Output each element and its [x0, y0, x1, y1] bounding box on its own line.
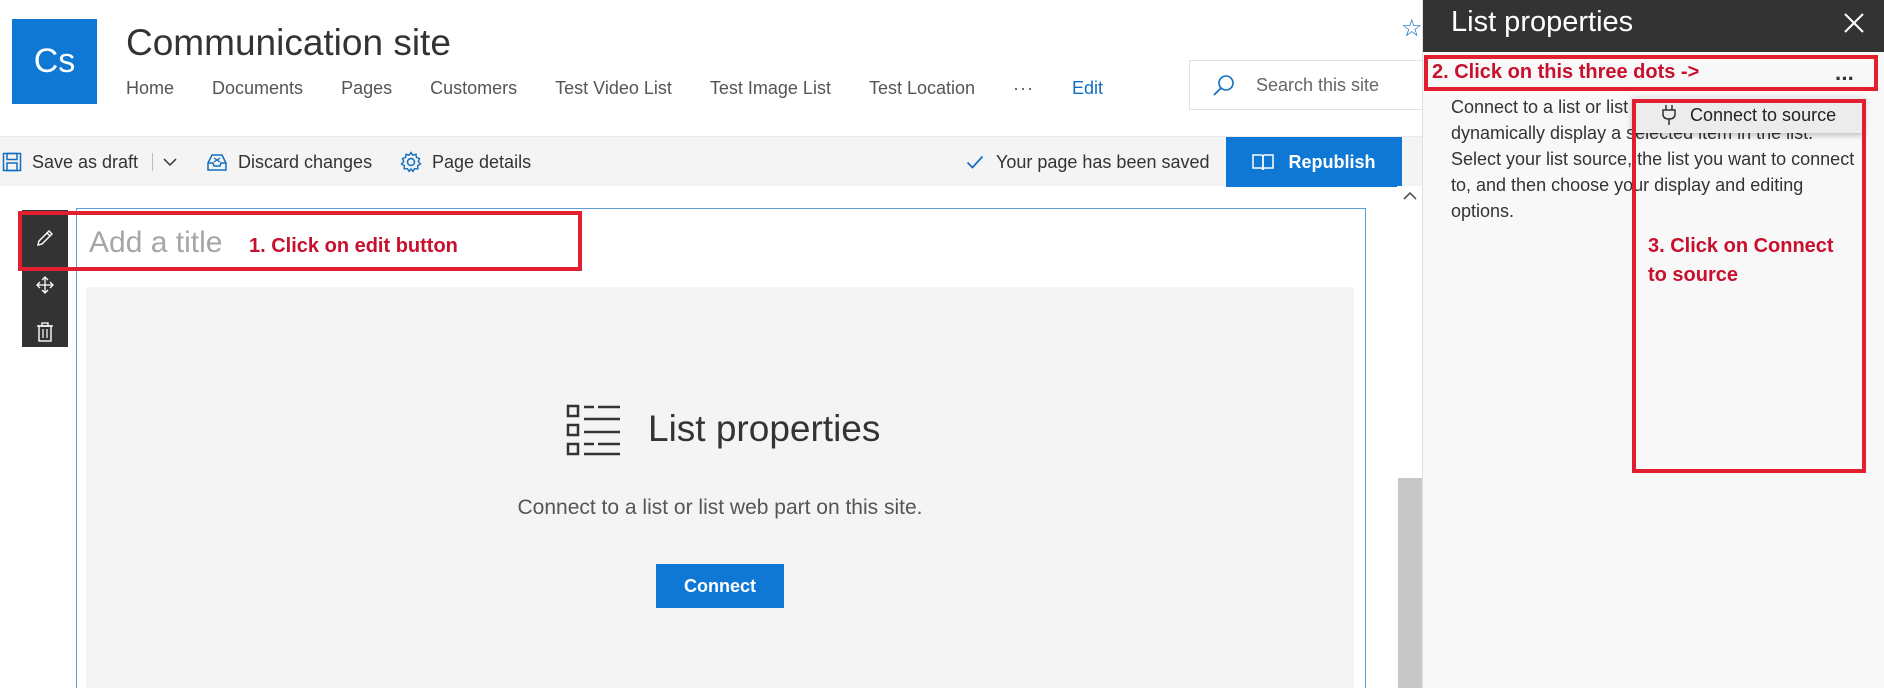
close-icon[interactable] — [1837, 6, 1871, 40]
webpart-name: List properties — [648, 408, 881, 449]
site-title[interactable]: Communication site — [126, 22, 451, 64]
save-draft-label: Save as draft — [32, 151, 139, 172]
annotation-step2: 2. Click on this three dots -> — [1432, 61, 1700, 83]
nav-item-home[interactable]: Home — [126, 78, 174, 99]
annotation-step3: 3. Click on Connect to source — [1648, 235, 1834, 286]
nav-more-button[interactable]: ··· — [1013, 78, 1034, 99]
checkmark-icon — [966, 155, 984, 169]
annotation-step1: 1. Click on edit button — [249, 235, 458, 257]
move-webpart-button[interactable] — [22, 265, 68, 305]
page-details-button[interactable]: Page details — [400, 137, 531, 187]
nav-edit-link[interactable]: Edit — [1072, 78, 1103, 99]
search-input[interactable] — [1256, 74, 1416, 96]
trash-icon — [37, 322, 53, 342]
move-icon — [36, 276, 54, 294]
search-icon — [1213, 75, 1234, 96]
search-box[interactable] — [1189, 60, 1429, 110]
nav-item-test-image-list[interactable]: Test Image List — [710, 78, 831, 99]
webpart-placeholder — [86, 287, 1354, 688]
chevron-down-icon — [163, 158, 177, 167]
save-status: Your page has been saved — [966, 137, 1210, 187]
page-details-label: Page details — [432, 151, 532, 172]
discard-tray-icon — [207, 154, 227, 171]
connect-button[interactable]: Connect — [656, 564, 784, 608]
nav-item-pages[interactable]: Pages — [341, 78, 392, 99]
command-separator — [152, 153, 153, 171]
republish-label: Republish — [1288, 151, 1376, 172]
scrollbar-thumb[interactable] — [1398, 478, 1422, 688]
discard-changes-button[interactable]: Discard changes — [206, 137, 372, 187]
gear-icon — [400, 151, 422, 173]
site-logo[interactable]: Cs — [12, 19, 97, 104]
follow-star-icon[interactable]: ☆ — [1401, 14, 1423, 43]
save-draft-button[interactable]: Save as draft — [2, 137, 138, 187]
nav-item-customers[interactable]: Customers — [430, 78, 517, 99]
nav-item-documents[interactable]: Documents — [212, 78, 303, 99]
property-pane-title: List properties — [1451, 6, 1634, 38]
command-bar: Save as draft Discard changes Page detai… — [0, 136, 1422, 187]
save-status-text: Your page has been saved — [996, 151, 1210, 172]
site-navigation: Home Documents Pages Customers Test Vide… — [126, 76, 1103, 100]
property-pane-header: List properties — [1423, 0, 1884, 52]
site-logo-text: Cs — [33, 42, 76, 80]
list-properties-icon — [566, 404, 620, 456]
nav-item-test-location[interactable]: Test Location — [869, 78, 975, 99]
save-icon — [2, 152, 22, 172]
nav-item-test-video-list[interactable]: Test Video List — [555, 78, 672, 99]
webpart-description: Connect to a list or list web part on th… — [517, 496, 923, 519]
scroll-up-chevron-icon[interactable] — [1402, 190, 1418, 202]
book-icon — [1252, 154, 1275, 171]
delete-webpart-button[interactable] — [22, 312, 68, 352]
save-options-dropdown[interactable] — [162, 137, 188, 187]
discard-changes-label: Discard changes — [238, 151, 373, 172]
republish-button[interactable]: Republish — [1226, 137, 1402, 187]
